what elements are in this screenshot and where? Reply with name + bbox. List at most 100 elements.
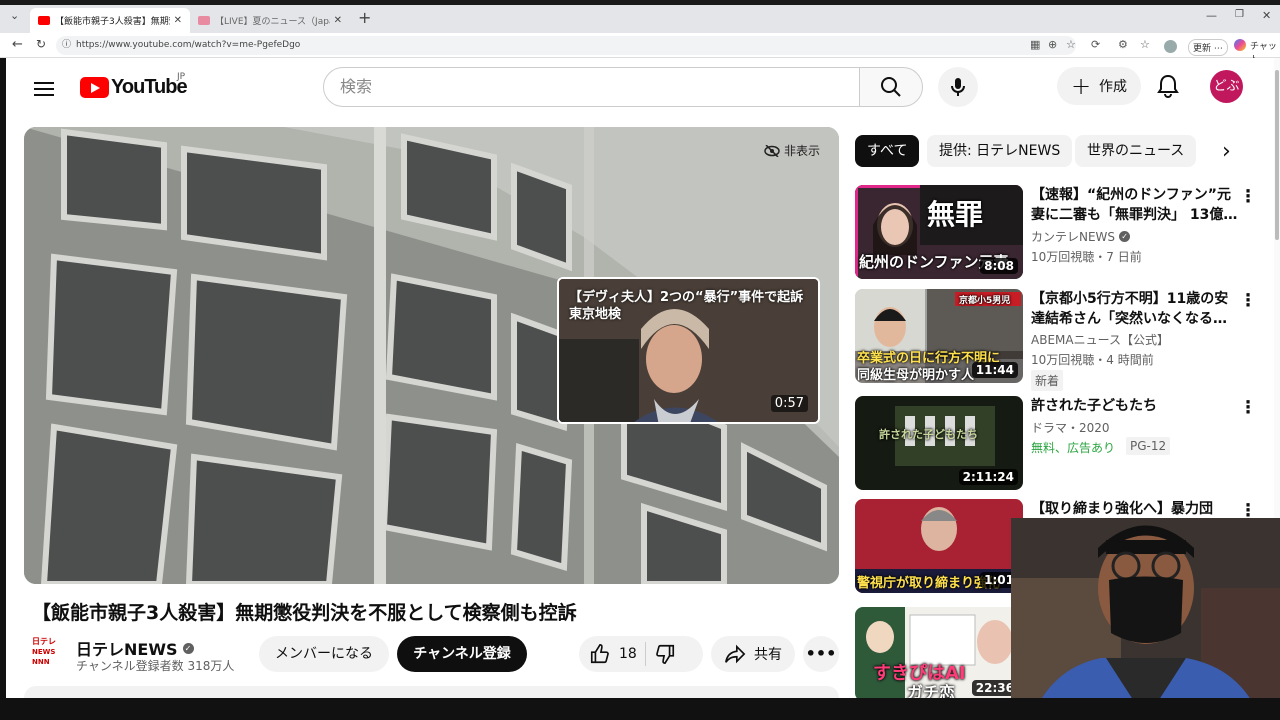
- update-button[interactable]: 更新 ⋯: [1188, 39, 1228, 56]
- more-vertical-icon[interactable]: · · ·: [1242, 497, 1254, 525]
- channel-avatar[interactable]: 日テレ NEWS NNN: [30, 635, 58, 669]
- new-badge: 新着: [1031, 370, 1064, 391]
- notifications-button[interactable]: [1152, 70, 1184, 102]
- svg-text:NEWS: NEWS: [32, 648, 55, 656]
- site-info-icon[interactable]: ⓘ: [62, 36, 71, 55]
- hide-label: 非表示: [784, 144, 821, 158]
- join-membership-button[interactable]: メンバーになる: [259, 636, 389, 672]
- like-dislike-group: 18: [579, 636, 703, 672]
- subscriber-count: チャンネル登録者数 318万人: [76, 659, 235, 673]
- new-tab-icon[interactable]: +: [358, 8, 371, 27]
- webcam-person-image: [1011, 518, 1280, 720]
- like-button[interactable]: 18: [579, 643, 637, 665]
- rating-badge: PG-12: [1126, 437, 1171, 455]
- youtube-favicon-icon: [198, 16, 210, 25]
- close-tab-icon[interactable]: ✕: [174, 15, 182, 26]
- video-duration: 2:11:24: [958, 469, 1018, 485]
- chip-from-channel[interactable]: 提供: 日テレNEWS: [927, 135, 1073, 167]
- verified-icon: ✓: [182, 642, 194, 654]
- tab-title: 【飯能市親子3人殺害】無期懲役判: [55, 17, 170, 27]
- minimize-icon[interactable]: —: [1206, 9, 1217, 22]
- thumbs-up-icon: [590, 644, 609, 664]
- maximize-icon[interactable]: ❐: [1235, 9, 1244, 20]
- search-input[interactable]: 検索: [323, 67, 860, 107]
- endcard-duration: 0:57: [770, 395, 808, 412]
- microphone-icon: [951, 78, 965, 96]
- free-with-ads-label: 無料、広告あり: [1031, 441, 1116, 455]
- endscreen-video-card[interactable]: 【デヴィ夫人】2つの“暴行”事件で起訴 東京地検 0:57: [557, 277, 820, 424]
- thumbnail-caption: 警視庁が取り締まり強化: [857, 576, 1001, 591]
- like-divider: [644, 642, 646, 666]
- recommendation-item[interactable]: 許された子どもたち 2:11:24 許された子どもたち ドラマ・2020 無料、…: [855, 394, 1275, 490]
- chevron-right-icon[interactable]: ›: [1222, 139, 1231, 164]
- movie-year: ドラマ・2020: [1031, 421, 1110, 435]
- video-title: 【飯能市親子3人殺害】無期懲役判決を不服として検察側も控訴: [32, 602, 577, 624]
- svg-text:日テレ: 日テレ: [32, 637, 56, 646]
- ntv-news-logo-icon: 日テレ NEWS NNN: [32, 637, 56, 666]
- video-meta: 10万回視聴・7 日前: [1031, 250, 1142, 264]
- channel-name[interactable]: ABEMAニュース【公式】: [1031, 331, 1169, 348]
- video-duration: 8:08: [980, 258, 1018, 274]
- chip-world-news[interactable]: 世界のニュース: [1075, 135, 1197, 167]
- browser-tab-bar: ⌄ 【飯能市親子3人殺害】無期懲役判 ✕ 【LIVE】夏のニュース（Japan …: [0, 5, 1280, 33]
- more-vertical-icon[interactable]: · · ·: [1242, 287, 1254, 315]
- settings-icon[interactable]: ⚙: [1118, 38, 1128, 51]
- like-count: 18: [619, 646, 637, 662]
- share-button[interactable]: 共有: [711, 636, 795, 672]
- thumbnail-caption: 無罪: [927, 198, 984, 231]
- video-thumbnail: 警視庁が取り締まり強化 1:01: [855, 499, 1023, 593]
- thumbs-down-icon[interactable]: [654, 643, 676, 665]
- tab-list-icon[interactable]: ⌄: [10, 9, 19, 22]
- video-title: 【取り締まり強化へ】暴力団: [1031, 501, 1213, 517]
- menu-icon[interactable]: [28, 78, 60, 98]
- recommendation-item[interactable]: 京都小5男児 卒業式の日に行方不明に 同級生母が明かす人 11:44 【京都小5…: [855, 287, 1275, 391]
- address-bar-row: ← ↻ ⓘ https://www.youtube.com/watch?v=me…: [0, 33, 1280, 65]
- tab-inactive[interactable]: 【LIVE】夏のニュース（Japan News Di ✕: [190, 8, 350, 33]
- svg-text:NNN: NNN: [32, 658, 50, 666]
- endcard-title: 【デヴィ夫人】2つの“暴行”事件で起訴 東京地検: [569, 290, 804, 322]
- more-vertical-icon[interactable]: · · ·: [1242, 183, 1254, 211]
- video-title: 【京都小5行方不明】11歳の安達結希さん「突然いなくなる…: [1031, 291, 1229, 327]
- thumbnail-caption: 許された子どもたち: [879, 428, 978, 441]
- back-icon[interactable]: ←: [12, 37, 23, 52]
- video-thumbnail: 許された子どもたち 2:11:24: [855, 396, 1023, 490]
- more-actions-button[interactable]: •••: [803, 636, 839, 672]
- video-meta: 10万回視聴・4 時間前: [1031, 353, 1154, 367]
- profile-avatar-icon[interactable]: [1164, 40, 1177, 53]
- thumbnail-caption: 同級生母が明かす人: [857, 368, 975, 383]
- grid-icon[interactable]: ▦: [1030, 38, 1040, 51]
- logo-text: YouTube: [111, 75, 188, 98]
- avatar-text: どぶ: [1213, 79, 1240, 94]
- screen-bottom-border: [0, 698, 1280, 720]
- thumbnail-caption: 京都小5男児: [959, 296, 1011, 306]
- tab-title: 【LIVE】夏のニュース（Japan News Di: [215, 17, 330, 27]
- youtube-favicon-icon: [38, 16, 50, 25]
- create-label: 作成: [1099, 79, 1128, 95]
- subscribe-button[interactable]: チャンネル登録: [397, 636, 527, 672]
- youtube-logo[interactable]: YouTube: [80, 75, 188, 99]
- copilot-icon[interactable]: [1234, 39, 1246, 51]
- voice-search-button[interactable]: [938, 67, 978, 107]
- collections-icon[interactable]: ☆: [1140, 38, 1150, 51]
- plus-icon: +: [1070, 72, 1092, 100]
- extension-icon[interactable]: ⟳: [1091, 38, 1100, 51]
- reload-icon[interactable]: ↻: [36, 37, 46, 51]
- search-icon: [881, 77, 901, 97]
- close-window-icon[interactable]: ✕: [1262, 9, 1271, 22]
- hide-endscreen-button[interactable]: 非表示: [764, 142, 820, 159]
- recommendation-item[interactable]: 無罪 紀州のドンファン元妻 8:08 【速報】“紀州のドンファン”元妻に二審も「…: [855, 183, 1275, 279]
- share-icon: [725, 644, 746, 664]
- favorite-star-icon[interactable]: ☆: [1066, 38, 1076, 51]
- tab-active[interactable]: 【飯能市親子3人殺害】無期懲役判 ✕: [30, 8, 190, 33]
- close-tab-icon[interactable]: ✕: [334, 15, 342, 26]
- url-input[interactable]: ⓘ https://www.youtube.com/watch?v=me-Pge…: [56, 36, 1076, 55]
- zoom-icon[interactable]: ⊕: [1048, 38, 1057, 51]
- create-button[interactable]: + 作成: [1057, 67, 1141, 105]
- channel-name[interactable]: カンテレNEWS ✓: [1031, 228, 1131, 245]
- video-thumbnail: 無罪 紀州のドンファン元妻 8:08: [855, 185, 1023, 279]
- chip-all[interactable]: すべて: [855, 135, 920, 167]
- account-avatar[interactable]: どぶ: [1210, 70, 1243, 103]
- scrollbar-thumb[interactable]: [1275, 70, 1279, 240]
- search-button[interactable]: [859, 67, 923, 107]
- more-vertical-icon[interactable]: · · ·: [1242, 394, 1254, 422]
